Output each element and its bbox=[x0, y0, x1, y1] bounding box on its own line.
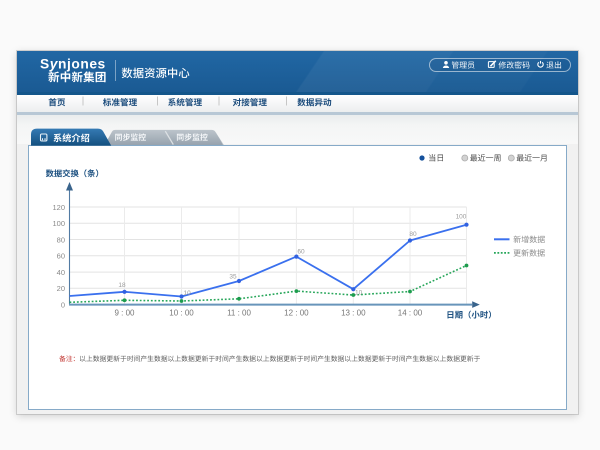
svg-text:35: 35 bbox=[229, 273, 237, 280]
svg-text:60: 60 bbox=[57, 252, 65, 261]
svg-text:120: 120 bbox=[52, 203, 65, 212]
svg-text:40: 40 bbox=[57, 268, 65, 277]
svg-text:10: 10 bbox=[355, 290, 363, 297]
svg-text:100: 100 bbox=[456, 214, 467, 221]
svg-text:10: 10 bbox=[184, 290, 192, 297]
svg-text:9 : 00: 9 : 00 bbox=[114, 309, 135, 318]
svg-text:80: 80 bbox=[409, 231, 417, 238]
svg-text:60: 60 bbox=[297, 249, 305, 256]
svg-text:13 : 00: 13 : 00 bbox=[341, 309, 366, 318]
svg-text:20: 20 bbox=[57, 284, 65, 293]
svg-text:18: 18 bbox=[118, 282, 126, 289]
svg-text:12 : 00: 12 : 00 bbox=[284, 309, 309, 318]
svg-text:80: 80 bbox=[57, 235, 65, 244]
svg-text:10 : 00: 10 : 00 bbox=[169, 309, 194, 318]
svg-text:100: 100 bbox=[52, 219, 65, 228]
svg-text:0: 0 bbox=[61, 301, 65, 310]
svg-text:Synjones: Synjones bbox=[40, 57, 106, 72]
svg-text:11 : 00: 11 : 00 bbox=[227, 309, 251, 318]
svg-text:14 : 00: 14 : 00 bbox=[398, 309, 423, 318]
